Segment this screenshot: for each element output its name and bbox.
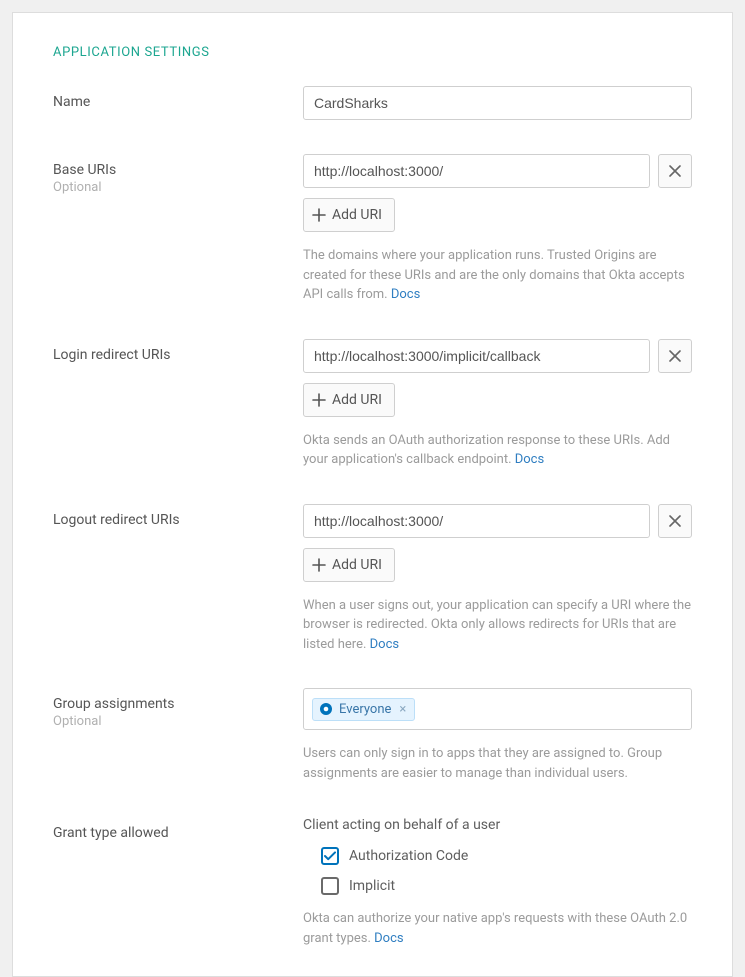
name-input[interactable]	[303, 86, 692, 120]
login-redirect-row: Login redirect URIs Add URI Okta sends a…	[53, 339, 692, 470]
plus-icon	[312, 558, 326, 572]
add-login-redirect-button[interactable]: Add URI	[303, 383, 395, 417]
add-uri-label: Add URI	[332, 392, 382, 408]
base-uris-optional: Optional	[53, 180, 303, 195]
remove-base-uri-button[interactable]	[658, 154, 692, 188]
base-uris-row: Base URIs Optional Add URI The domains w…	[53, 154, 692, 305]
group-assignments-input[interactable]: Everyone ×	[303, 688, 692, 730]
auth-code-checkbox[interactable]	[321, 847, 339, 865]
login-redirect-helper: Okta sends an OAuth authorization respon…	[303, 431, 692, 470]
name-row: Name	[53, 86, 692, 120]
remove-group-tag[interactable]: ×	[397, 702, 408, 717]
section-heading: APPLICATION SETTINGS	[53, 45, 692, 60]
close-icon	[669, 515, 681, 527]
group-icon	[319, 702, 333, 716]
group-assignments-helper: Users can only sign in to apps that they…	[303, 744, 692, 783]
auth-code-label: Authorization Code	[349, 848, 468, 864]
logout-redirect-helper: When a user signs out, your application …	[303, 596, 692, 655]
add-uri-label: Add URI	[332, 207, 382, 223]
base-uris-docs-link[interactable]: Docs	[391, 287, 420, 302]
group-assignments-row: Group assignments Optional Everyone × Us…	[53, 688, 692, 783]
base-uris-label: Base URIs	[53, 162, 303, 178]
name-label: Name	[53, 94, 303, 110]
grant-type-heading: Client acting on behalf of a user	[303, 817, 692, 833]
logout-redirect-docs-link[interactable]: Docs	[370, 637, 399, 652]
remove-logout-redirect-button[interactable]	[658, 504, 692, 538]
group-tag-label: Everyone	[339, 702, 391, 717]
implicit-label: Implicit	[349, 878, 395, 894]
auth-code-row: Authorization Code	[303, 847, 692, 865]
plus-icon	[312, 393, 326, 407]
remove-login-redirect-button[interactable]	[658, 339, 692, 373]
logout-redirect-label: Logout redirect URIs	[53, 512, 303, 528]
base-uri-input[interactable]	[303, 154, 650, 188]
implicit-row: Implicit	[303, 877, 692, 895]
grant-type-helper: Okta can authorize your native app's req…	[303, 909, 692, 948]
group-assignments-label: Group assignments	[53, 696, 303, 712]
group-assignments-optional: Optional	[53, 714, 303, 729]
grant-type-row: Grant type allowed Client acting on beha…	[53, 817, 692, 948]
add-uri-label: Add URI	[332, 557, 382, 573]
grant-type-label: Grant type allowed	[53, 825, 303, 841]
add-base-uri-button[interactable]: Add URI	[303, 198, 395, 232]
application-settings-panel: APPLICATION SETTINGS Name Base URIs Opti…	[12, 12, 733, 977]
login-redirect-docs-link[interactable]: Docs	[515, 452, 544, 467]
login-redirect-label: Login redirect URIs	[53, 347, 303, 363]
group-tag-everyone[interactable]: Everyone ×	[312, 698, 415, 721]
login-redirect-input[interactable]	[303, 339, 650, 373]
plus-icon	[312, 208, 326, 222]
add-logout-redirect-button[interactable]: Add URI	[303, 548, 395, 582]
close-icon	[669, 165, 681, 177]
base-uris-helper: The domains where your application runs.…	[303, 246, 692, 305]
logout-redirect-row: Logout redirect URIs Add URI When a user…	[53, 504, 692, 655]
grant-type-docs-link[interactable]: Docs	[374, 931, 403, 946]
implicit-checkbox[interactable]	[321, 877, 339, 895]
logout-redirect-input[interactable]	[303, 504, 650, 538]
check-icon	[324, 851, 336, 861]
close-icon	[669, 350, 681, 362]
